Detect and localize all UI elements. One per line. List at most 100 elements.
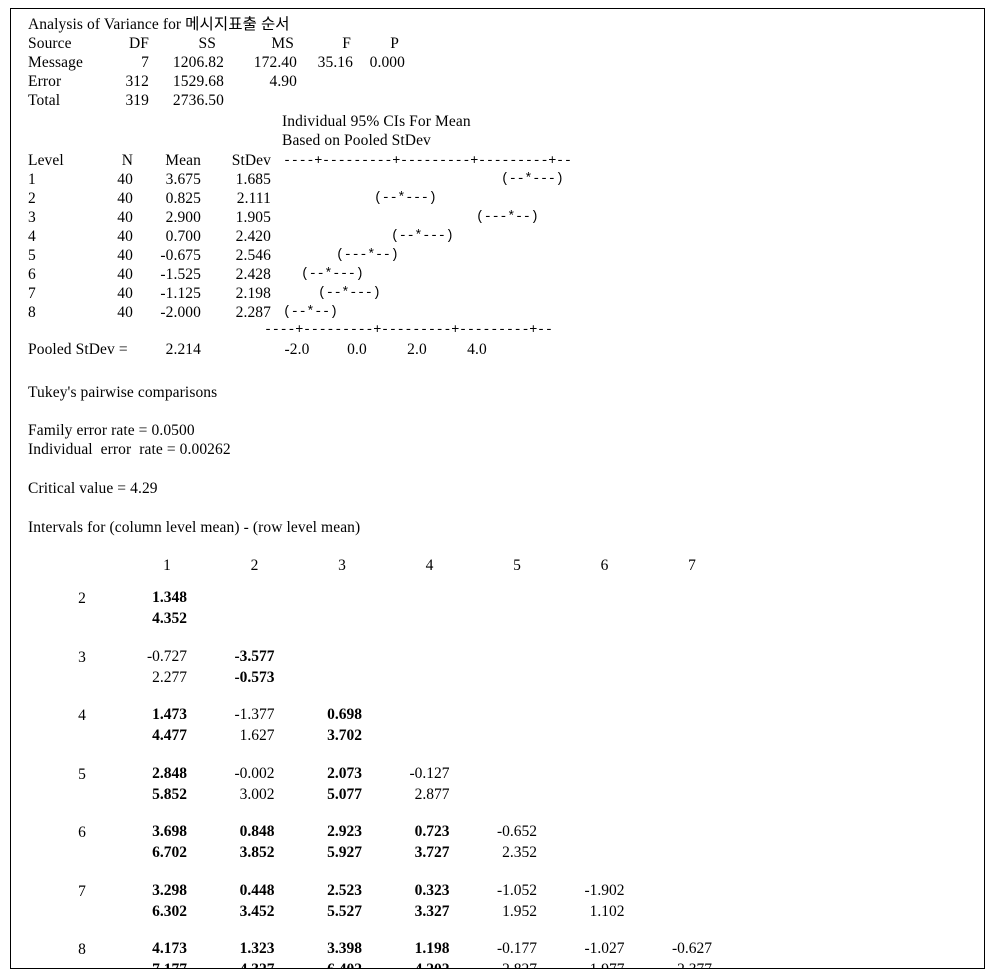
tukey-col-header-6: 6 [600, 557, 609, 574]
ci-interval-bar: (--*--) [283, 305, 338, 320]
tukey-cell-lower: 0.723 [414, 823, 450, 840]
ci-tick-label-2: 0.0 [347, 341, 367, 358]
tukey-cell-upper: 1.627 [239, 727, 275, 744]
tukey-cell-lower: 2.848 [152, 764, 187, 782]
tukey-cell-upper: 6.302 [152, 902, 187, 920]
anova-header-ss: SS [198, 35, 216, 52]
tukey-cell-upper: 4.477 [152, 727, 187, 744]
tukey-cell-lower: 0.323 [414, 881, 450, 899]
anova-cell-source: Error [28, 73, 62, 90]
ci-axis-top: ----+---------+---------+---------+-- [283, 154, 572, 169]
anova-header-df: DF [128, 35, 149, 52]
tukey-cell-lower: 0.698 [327, 706, 362, 723]
ci-caption-line1: Individual 95% CIs For Mean [282, 113, 471, 130]
tukey-cell-upper: 2.377 [672, 961, 712, 968]
tukey-cell-lower: 4.173 [152, 940, 187, 957]
tukey-col-header-1: 1 [163, 557, 171, 574]
anova-cell-ss: 1529.68 [172, 73, 224, 90]
family-error-rate: Family error rate = 0.0500 [28, 422, 195, 439]
ci-cell-mean: -2.000 [160, 304, 201, 321]
ci-cell-level: 6 [28, 266, 36, 283]
tukey-row-label-5: 5 [78, 765, 86, 783]
tukey-cell-upper: 3.852 [239, 844, 275, 861]
ci-cell-level: 1 [28, 171, 36, 188]
tukey-cell-upper: 6.402 [322, 961, 362, 968]
tukey-row-label-4: 4 [78, 707, 86, 724]
tukey-cell-lower: 1.348 [152, 589, 187, 606]
tukey-col-header-7: 7 [688, 557, 696, 574]
tukey-cell-lower: 2.923 [327, 823, 362, 840]
ci-header-n: N [121, 152, 133, 169]
ci-cell-n: 40 [117, 285, 133, 302]
ci-cell-mean: -1.525 [160, 266, 201, 283]
tukey-col-header-5: 5 [513, 557, 521, 574]
ci-cell-stdev: 2.198 [235, 285, 271, 302]
anova-cell-ss: 2736.50 [172, 92, 224, 109]
ci-cell-n: 40 [117, 247, 133, 264]
tukey-cell-upper: 3.452 [239, 902, 275, 920]
ci-cell-n: 40 [117, 304, 133, 321]
pooled-stdev-value: 2.214 [165, 341, 201, 358]
tukey-cell-lower: 0.448 [239, 881, 275, 899]
tukey-cell-lower: 1.198 [414, 940, 450, 957]
statistical-output-panel: Analysis of Variance for 메시지표출 순서 Source… [10, 8, 985, 969]
tukey-cell-upper: 2.352 [502, 844, 537, 861]
ci-caption-line2: Based on Pooled StDev [282, 132, 431, 149]
anova-cell-df: 312 [125, 73, 149, 90]
tukey-cell-upper: 1.977 [585, 961, 625, 968]
tukey-cell-lower: -1.052 [497, 881, 538, 899]
ci-cell-mean: 3.675 [165, 171, 201, 188]
ci-cell-stdev: 2.111 [236, 190, 271, 207]
ci-cell-n: 40 [117, 171, 133, 188]
ci-interval-bar: (--*---) [391, 229, 454, 244]
tukey-cell-lower: -1.027 [584, 940, 625, 957]
intervals-caption: Intervals for (column level mean) - (row… [28, 519, 361, 536]
tukey-row-label-2: 2 [78, 590, 86, 607]
tukey-cell-lower: -0.652 [497, 823, 538, 840]
tukey-cell-lower: 1.323 [239, 940, 275, 957]
ci-interval-bar: (--*---) [301, 267, 364, 282]
tukey-cell-lower: -1.902 [584, 881, 625, 899]
tukey-cell-upper: 5.527 [327, 902, 362, 920]
ci-header-level: Level [28, 152, 64, 169]
tukey-cell-upper: 5.077 [327, 785, 362, 803]
tukey-cell-lower: 3.698 [152, 823, 187, 840]
tukey-cell-lower: -0.177 [497, 940, 538, 957]
tukey-row-label-8: 8 [78, 941, 86, 958]
tukey-col-header-3: 3 [338, 557, 346, 574]
anova-header-source: Source [28, 35, 72, 52]
tukey-cell-lower: 3.298 [152, 881, 187, 899]
tukey-cell-upper: 2.877 [414, 785, 450, 803]
tukey-cell-upper: 3.727 [414, 844, 450, 861]
tukey-cell-lower: 1.473 [152, 706, 187, 723]
tukey-cell-upper: 3.327 [414, 902, 450, 920]
tukey-cell-lower: -0.002 [234, 764, 275, 782]
ci-interval-bar: (--*---) [374, 191, 437, 206]
ci-cell-mean: 0.700 [165, 228, 201, 245]
ci-cell-stdev: 1.685 [235, 171, 271, 188]
tukey-cell-upper: 2.827 [497, 961, 537, 968]
pooled-stdev-label: Pooled StDev = [28, 341, 128, 358]
ci-cell-n: 40 [117, 266, 133, 283]
tukey-cell-lower: 2.523 [327, 881, 362, 899]
ci-tick-label-3: 2.0 [407, 341, 427, 358]
critical-value: Critical value = 4.29 [28, 480, 158, 497]
tukey-cell-upper: 3.002 [239, 785, 275, 803]
tukey-cell-upper: 1.952 [502, 902, 537, 920]
ci-axis-bottom: ----+---------+---------+---------+-- [264, 323, 553, 338]
ci-cell-level: 4 [28, 228, 36, 245]
anova-cell-f: 35.16 [317, 54, 353, 71]
ci-tick-label-4: 4.0 [467, 341, 487, 358]
ci-cell-level: 5 [28, 247, 36, 264]
tukey-cell-lower: 3.398 [327, 940, 362, 957]
ci-cell-mean: 0.825 [165, 190, 201, 207]
tukey-cell-lower: -0.127 [409, 764, 450, 782]
tukey-cell-lower: -0.627 [672, 940, 713, 957]
tukey-cell-upper: 3.702 [327, 727, 362, 744]
ci-cell-n: 40 [117, 228, 133, 245]
tukey-cell-lower: 0.848 [239, 823, 275, 840]
anova-cell-df: 7 [141, 54, 149, 71]
tukey-heading: Tukey's pairwise comparisons [28, 384, 218, 401]
tukey-cell-upper: 2.277 [152, 668, 187, 686]
anova-cell-ms: 4.90 [269, 73, 297, 90]
